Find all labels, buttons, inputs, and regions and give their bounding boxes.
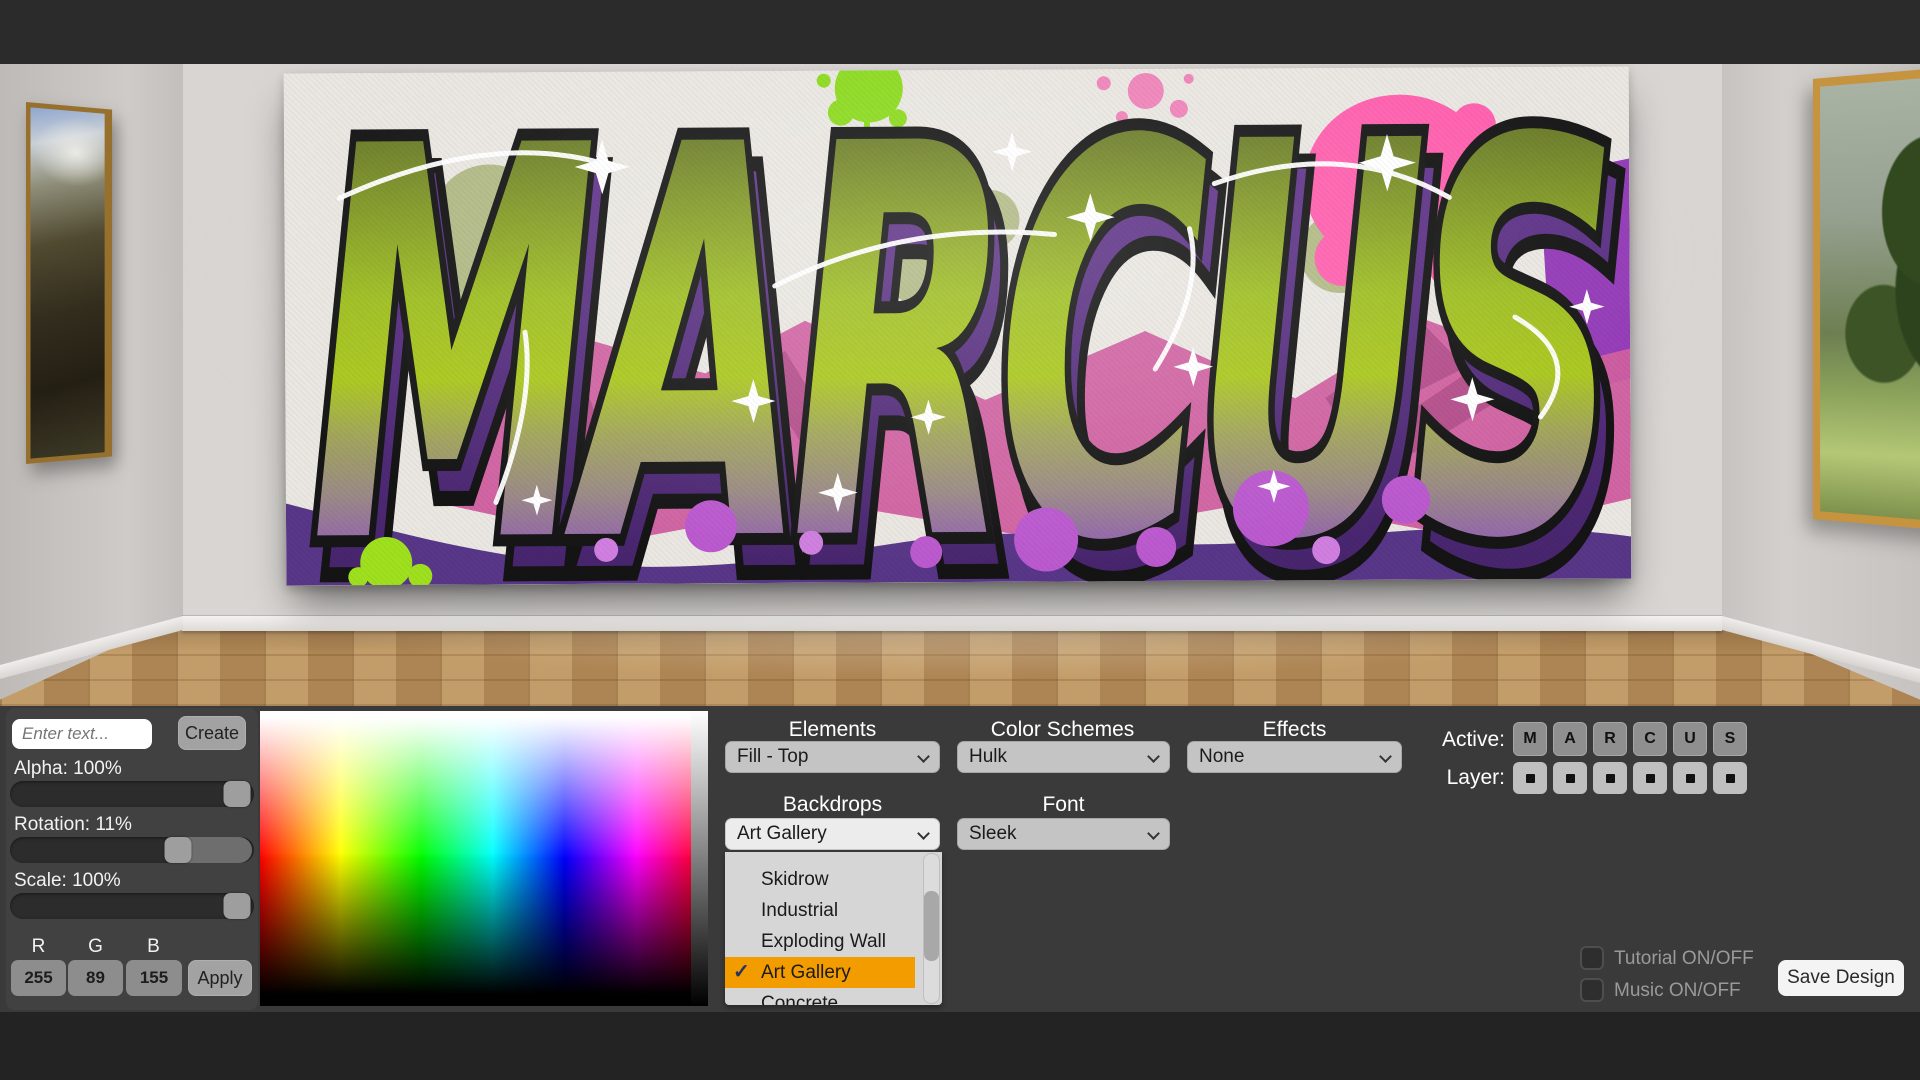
save-design-button[interactable]: Save Design (1778, 960, 1904, 996)
text-controls-card: Create Alpha: 100% Rotation: 11% Scale: … (6, 708, 258, 1010)
list-item-exploding-wall[interactable]: Exploding Wall (725, 926, 915, 957)
color-schemes-value: Hulk (969, 746, 1007, 767)
active-letter-r[interactable]: R (1593, 722, 1627, 756)
effects-dropdown[interactable]: None (1187, 741, 1402, 773)
control-panel: Create Alpha: 100% Rotation: 11% Scale: … (0, 706, 1920, 1012)
music-label: Music ON/OFF (1614, 980, 1741, 1002)
gallery-backdrop: MARCUS MARCUS (0, 64, 1920, 706)
list-item-label: Art Gallery (761, 962, 851, 983)
apply-rgb-button[interactable]: Apply (188, 960, 252, 996)
layer-button-4[interactable] (1633, 762, 1667, 794)
chevron-down-icon (917, 750, 930, 763)
layer-buttons (1513, 762, 1747, 794)
alpha-slider-thumb[interactable] (223, 781, 250, 807)
list-item-partial[interactable] (725, 852, 915, 864)
create-button[interactable]: Create (178, 716, 246, 750)
top-letterbox-bar (0, 0, 1920, 64)
graffiti-canvas: MARCUS MARCUS (284, 66, 1632, 585)
layer-square-icon (1646, 774, 1655, 783)
g-label: G (68, 936, 123, 958)
scale-slider[interactable] (10, 893, 254, 919)
checkmark-icon: ✓ (733, 957, 750, 988)
list-scrollbar[interactable] (923, 853, 940, 1004)
graffiti-text-input[interactable] (12, 719, 152, 749)
r-label: R (11, 936, 66, 958)
active-letter-buttons: M A R C U S (1513, 722, 1747, 756)
font-value: Sleek (969, 823, 1017, 844)
chevron-down-icon (1379, 750, 1392, 763)
grayscale-strip[interactable] (691, 711, 708, 1006)
layer-square-icon (1526, 774, 1535, 783)
backdrops-value: Art Gallery (737, 823, 827, 844)
alpha-slider[interactable] (10, 781, 254, 807)
elements-header: Elements (725, 718, 940, 742)
list-item-skidrow[interactable]: Skidrow (725, 864, 915, 895)
font-dropdown[interactable]: Sleek (957, 818, 1170, 850)
bottom-letterbox-bar (0, 1012, 1920, 1080)
g-value-field[interactable]: 89 (68, 960, 123, 996)
effects-header: Effects (1187, 718, 1402, 742)
graffiti-artwork: MARCUS MARCUS (284, 66, 1632, 585)
effects-value: None (1199, 746, 1244, 767)
layer-button-6[interactable] (1713, 762, 1747, 794)
tutorial-label: Tutorial ON/OFF (1614, 948, 1754, 970)
active-letter-a[interactable]: A (1553, 722, 1587, 756)
rotation-label: Rotation: 11% (14, 814, 132, 836)
scale-slider-thumb[interactable] (223, 893, 250, 919)
layer-button-2[interactable] (1553, 762, 1587, 794)
wood-floor (0, 630, 1920, 706)
rotation-slider-thumb[interactable] (165, 837, 192, 863)
alpha-label: Alpha: 100% (14, 758, 122, 780)
r-value-field[interactable]: 255 (11, 960, 66, 996)
baseboard (182, 616, 1722, 631)
active-label: Active: (1430, 728, 1505, 752)
list-item-industrial[interactable]: Industrial (725, 895, 915, 926)
layer-square-icon (1726, 774, 1735, 783)
elements-value: Fill - Top (737, 746, 808, 767)
active-letter-u[interactable]: U (1673, 722, 1707, 756)
layer-square-icon (1686, 774, 1695, 783)
backdrops-header: Backdrops (725, 793, 940, 817)
layer-button-5[interactable] (1673, 762, 1707, 794)
active-letter-m[interactable]: M (1513, 722, 1547, 756)
elements-dropdown[interactable]: Fill - Top (725, 741, 940, 773)
list-item-art-gallery-selected[interactable]: ✓ Art Gallery (725, 957, 915, 988)
layer-button-1[interactable] (1513, 762, 1547, 794)
layer-label: Layer: (1430, 766, 1505, 790)
tutorial-checkbox[interactable] (1580, 946, 1604, 970)
b-value-field[interactable]: 155 (126, 960, 182, 996)
rotation-slider[interactable] (10, 837, 254, 863)
app-root: MARCUS MARCUS (0, 0, 1920, 1080)
color-schemes-header: Color Schemes (955, 718, 1170, 742)
font-header: Font (957, 793, 1170, 817)
framed-painting-right (1813, 64, 1920, 534)
layer-square-icon (1606, 774, 1615, 783)
music-checkbox[interactable] (1580, 978, 1604, 1002)
chevron-down-icon (1147, 750, 1160, 763)
backdrops-dropdown[interactable]: Art Gallery (725, 818, 940, 850)
chevron-down-icon (917, 827, 930, 840)
color-schemes-dropdown[interactable]: Hulk (957, 741, 1170, 773)
list-scrollbar-thumb[interactable] (924, 891, 939, 961)
layer-button-3[interactable] (1593, 762, 1627, 794)
active-letter-s[interactable]: S (1713, 722, 1747, 756)
layer-square-icon (1566, 774, 1575, 783)
active-letter-c[interactable]: C (1633, 722, 1667, 756)
list-item-concrete[interactable]: Concrete (725, 988, 915, 1005)
backdrops-open-list: Skidrow Industrial Exploding Wall ✓ Art … (725, 852, 942, 1005)
b-label: B (126, 936, 181, 958)
scale-label: Scale: 100% (14, 870, 121, 892)
color-picker[interactable] (260, 711, 708, 1006)
chevron-down-icon (1147, 827, 1160, 840)
framed-painting-left (26, 102, 112, 464)
